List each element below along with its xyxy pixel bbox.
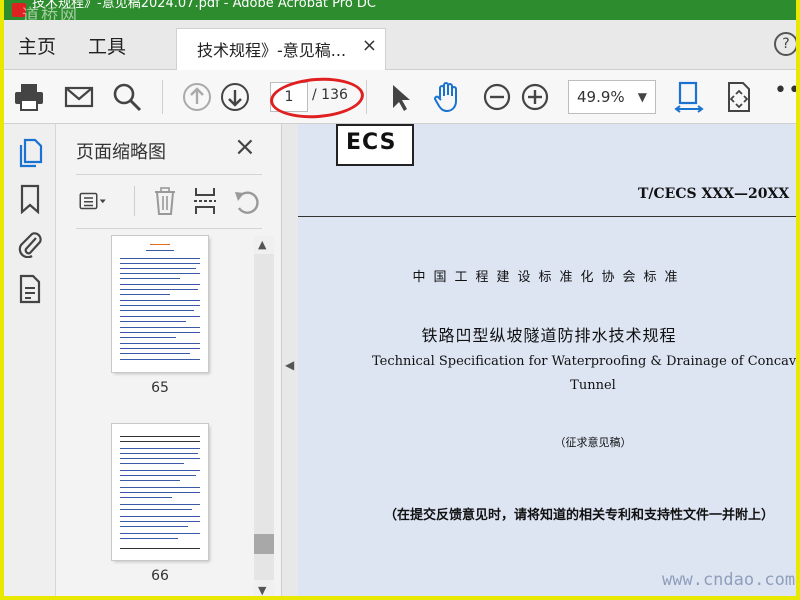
scroll-thumb[interactable] bbox=[254, 534, 274, 554]
document-icon[interactable] bbox=[16, 274, 44, 304]
page-thumbnail-66[interactable] bbox=[112, 424, 208, 560]
left-rail bbox=[4, 124, 56, 596]
draft-note: （征求意见稿） bbox=[554, 436, 632, 449]
pages-icon[interactable] bbox=[16, 138, 44, 168]
search-icon[interactable] bbox=[110, 80, 144, 114]
page-thumbnail-65[interactable] bbox=[112, 236, 208, 372]
panel-title: 页面缩略图 bbox=[76, 142, 166, 163]
page-up-icon[interactable] bbox=[180, 80, 214, 114]
options-icon[interactable] bbox=[78, 186, 108, 216]
watermark-top: 道桥网 bbox=[22, 6, 79, 20]
panel-collapse-strip[interactable]: ◀ bbox=[282, 124, 298, 596]
thumbnails-panel: 页面缩略图 × 65 66 ▲ ▼ bbox=[56, 124, 282, 596]
title-bar: 技术规程》-意见稿2024.07.pdf - Adobe Acrobat Pro… bbox=[4, 0, 796, 20]
title-english-line2: Tunnel bbox=[570, 378, 616, 393]
zoom-select[interactable]: 49.9% ▼ bbox=[568, 80, 656, 114]
fit-page-icon[interactable] bbox=[722, 80, 756, 114]
thumbnail-label: 65 bbox=[151, 380, 169, 396]
window-title: 技术规程》-意见稿2024.07.pdf - Adobe Acrobat Pro… bbox=[32, 0, 376, 11]
attachment-icon[interactable] bbox=[16, 228, 44, 258]
bookmark-icon[interactable] bbox=[16, 184, 44, 214]
tools-menu[interactable]: 工具 bbox=[88, 32, 126, 59]
document-tab-label: 技术规程》-意见稿... bbox=[197, 41, 347, 60]
page-down-icon[interactable] bbox=[218, 80, 252, 114]
submission-note: （在提交反馈意见时，请将知道的相关专利和支持性文件一并附上） bbox=[384, 508, 775, 523]
document-tab[interactable]: 技术规程》-意见稿... × bbox=[176, 28, 386, 70]
ecs-logo: ECS bbox=[336, 124, 414, 166]
print-icon[interactable] bbox=[12, 80, 46, 114]
association-name: 中国工程建设标准化协会标准 bbox=[412, 270, 686, 285]
select-arrow-icon[interactable] bbox=[384, 80, 418, 114]
scroll-down-icon[interactable]: ▼ bbox=[258, 584, 266, 596]
standard-code: T/CECS XXX—20XX bbox=[638, 186, 790, 202]
zoom-value: 49.9% bbox=[577, 88, 625, 106]
logo-text: ECS bbox=[346, 130, 397, 155]
delete-icon[interactable] bbox=[150, 186, 180, 216]
close-tab-icon[interactable]: × bbox=[362, 35, 377, 56]
toolbar-separator bbox=[162, 80, 163, 114]
menu-bar: 主页 工具 技术规程》-意见稿... × ? bbox=[4, 20, 796, 70]
thumbnail-label: 66 bbox=[151, 568, 169, 584]
panel-divider bbox=[76, 228, 262, 229]
help-icon[interactable]: ? bbox=[774, 32, 796, 56]
thumbnail-scrollbar[interactable]: ▲ ▼ bbox=[254, 236, 274, 596]
chevron-down-icon: ▼ bbox=[637, 90, 647, 104]
home-menu[interactable]: 主页 bbox=[18, 32, 56, 59]
title-english-line1: Technical Specification for Waterproofin… bbox=[372, 354, 800, 369]
chevron-left-icon[interactable]: ◀ bbox=[285, 358, 294, 372]
title-chinese: 铁路凹型纵坡隧道防排水技术规程 bbox=[421, 326, 677, 345]
fit-width-icon[interactable] bbox=[672, 80, 706, 114]
more-icon[interactable]: ••• bbox=[774, 78, 796, 103]
scroll-up-icon[interactable]: ▲ bbox=[258, 238, 266, 251]
app-window: 技术规程》-意见稿2024.07.pdf - Adobe Acrobat Pro… bbox=[0, 0, 800, 600]
hand-tool-icon[interactable] bbox=[430, 80, 464, 114]
panel-separator bbox=[134, 186, 135, 216]
document-page: ECS T/CECS XXX—20XX 中国工程建设标准化协会标准 铁路凹型纵坡… bbox=[298, 124, 800, 596]
mail-icon[interactable] bbox=[62, 80, 96, 114]
scroll-track[interactable] bbox=[254, 254, 274, 580]
toolbar: 1 / 136 49.9% ▼ • bbox=[4, 70, 796, 124]
panel-divider bbox=[76, 174, 262, 175]
close-icon[interactable]: × bbox=[234, 132, 256, 162]
rotate-icon[interactable] bbox=[232, 186, 262, 216]
zoom-out-icon[interactable] bbox=[480, 80, 514, 114]
insert-icon[interactable] bbox=[190, 186, 220, 216]
zoom-in-icon[interactable] bbox=[518, 80, 552, 114]
watermark-bottom: www.cndao.com bbox=[662, 570, 796, 590]
header-rule bbox=[298, 216, 796, 217]
toolbar-separator bbox=[366, 80, 367, 114]
